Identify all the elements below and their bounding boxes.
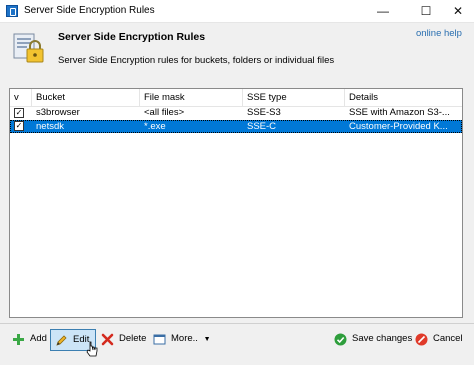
checkmark-icon (334, 333, 347, 346)
add-button[interactable]: Add (8, 329, 48, 351)
lock-icon (13, 33, 44, 63)
column-header-file-mask[interactable]: File mask (140, 89, 243, 106)
minimize-button[interactable]: — (366, 0, 400, 22)
save-changes-label: Save changes (352, 333, 413, 344)
row-checkbox[interactable]: ✓ (14, 108, 24, 118)
rules-list[interactable]: v Bucket File mask SSE type Details ✓ s3… (9, 88, 463, 318)
add-button-label: Add (30, 333, 47, 344)
cancel-label: Cancel (433, 333, 463, 344)
close-button[interactable]: ✕ (441, 0, 474, 22)
cell-sse-type: SSE-C (247, 121, 277, 132)
column-header-details[interactable]: Details (345, 89, 462, 106)
column-header-bucket[interactable]: Bucket (32, 89, 140, 106)
plus-icon (13, 334, 24, 345)
more-button[interactable]: More.. ▼ (149, 329, 211, 351)
table-row-selected[interactable]: ✓ netsdk *.exe SSE-C Customer-Provided K… (10, 120, 462, 133)
cancel-button[interactable]: Cancel (411, 329, 463, 351)
cell-bucket: netsdk (36, 121, 64, 132)
cancel-icon (415, 333, 428, 346)
table-row[interactable]: ✓ s3browser <all files> SSE-S3 SSE with … (10, 107, 462, 120)
maximize-button[interactable]: ☐ (409, 0, 443, 22)
page-title: Server Side Encryption Rules (58, 31, 206, 43)
title-bar: Server Side Encryption Rules — ☐ ✕ (0, 0, 474, 23)
cell-file-mask: <all files> (144, 107, 185, 118)
row-checkbox[interactable]: ✓ (14, 121, 24, 131)
delete-button[interactable]: Delete (97, 329, 147, 351)
cell-details: SSE with Amazon S3-... (349, 107, 450, 118)
cell-bucket: s3browser (36, 107, 80, 118)
delete-x-icon (101, 333, 114, 346)
divider (0, 323, 474, 324)
page-description: Server Side Encryption rules for buckets… (58, 55, 335, 66)
column-header-sse-type[interactable]: SSE type (243, 89, 345, 106)
column-header-enabled[interactable]: v (10, 89, 32, 106)
save-changes-button[interactable]: Save changes (330, 329, 412, 351)
cell-details: Customer-Provided K... (349, 121, 448, 132)
mouse-pointer-icon (86, 341, 98, 357)
window-title: Server Side Encryption Rules (24, 5, 155, 16)
delete-button-label: Delete (119, 333, 147, 344)
dropdown-arrow-icon: ▼ (203, 336, 211, 343)
app-icon (6, 5, 18, 17)
cell-sse-type: SSE-S3 (247, 107, 281, 118)
list-header: v Bucket File mask SSE type Details (10, 89, 462, 107)
online-help-link[interactable]: online help (416, 28, 462, 39)
window-icon (153, 334, 166, 345)
more-button-label: More.. (171, 333, 198, 344)
cell-file-mask: *.exe (144, 121, 166, 132)
pencil-icon (56, 335, 67, 346)
